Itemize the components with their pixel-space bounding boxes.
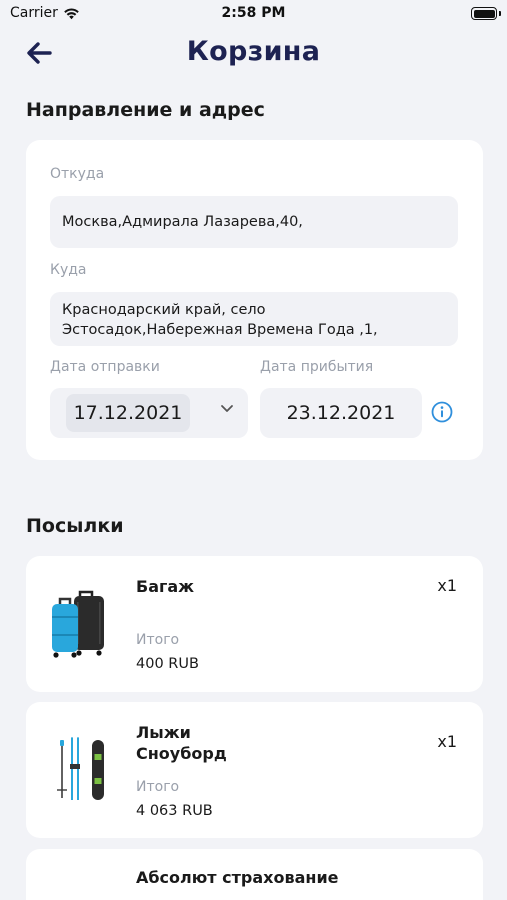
parcel-total-value: 4 063 RUB (136, 803, 213, 819)
departure-date-picker[interactable]: 17.12.2021 (50, 388, 248, 438)
route-card: Откуда Москва,Адмирала Лазарева,40, Куда… (26, 140, 483, 460)
from-label: Откуда (50, 166, 105, 182)
status-bar: Carrier 2:58 PM (0, 0, 507, 28)
departure-date-value: 17.12.2021 (66, 394, 190, 432)
departure-label: Дата отправки (50, 359, 160, 375)
parcel-quantity: x1 (437, 576, 457, 595)
parcel-name: Абсолют страхование (136, 868, 339, 887)
arrival-label: Дата прибытия (260, 359, 374, 375)
arrival-date-field[interactable]: 23.12.2021 (260, 388, 422, 438)
parcel-card-ski[interactable]: Лыжи Сноуборд x1 Итого 4 063 RUB (26, 702, 483, 838)
parcel-card-luggage[interactable]: Багаж x1 Итого 400 RUB (26, 556, 483, 692)
parcel-total-label: Итого (136, 779, 180, 795)
from-field[interactable]: Москва,Адмирала Лазарева,40, (50, 196, 458, 248)
battery-icon (471, 7, 497, 20)
from-value: Москва,Адмирала Лазарева,40, (62, 214, 303, 230)
status-time: 2:58 PM (221, 5, 286, 21)
luggage-icon (52, 590, 104, 658)
to-label: Куда (50, 262, 87, 278)
parcel-name: Багаж (136, 577, 195, 596)
info-icon[interactable] (431, 401, 453, 423)
chevron-down-icon (221, 405, 233, 412)
page-title: Корзина (186, 36, 321, 67)
battery-cap (499, 11, 501, 16)
arrival-date-value: 23.12.2021 (286, 402, 396, 424)
to-field[interactable]: Краснодарский край, село Эстосадок,Набер… (50, 292, 458, 346)
parcel-quantity: x1 (437, 732, 457, 751)
to-value: Краснодарский край, село Эстосадок,Набер… (62, 302, 378, 338)
parcel-total-label: Итого (136, 632, 180, 648)
cart-screen: Carrier 2:58 PM Корзина Направление и ад… (0, 0, 507, 900)
route-section-title: Направление и адрес (26, 99, 265, 121)
parcel-name: Лыжи Сноуборд (136, 723, 227, 763)
parcels-section-title: Посылки (26, 515, 124, 537)
parcel-total-value: 400 RUB (136, 656, 199, 672)
parcel-card-insurance[interactable]: Абсолют страхование (26, 849, 483, 900)
ski-snowboard-icon (57, 737, 104, 800)
